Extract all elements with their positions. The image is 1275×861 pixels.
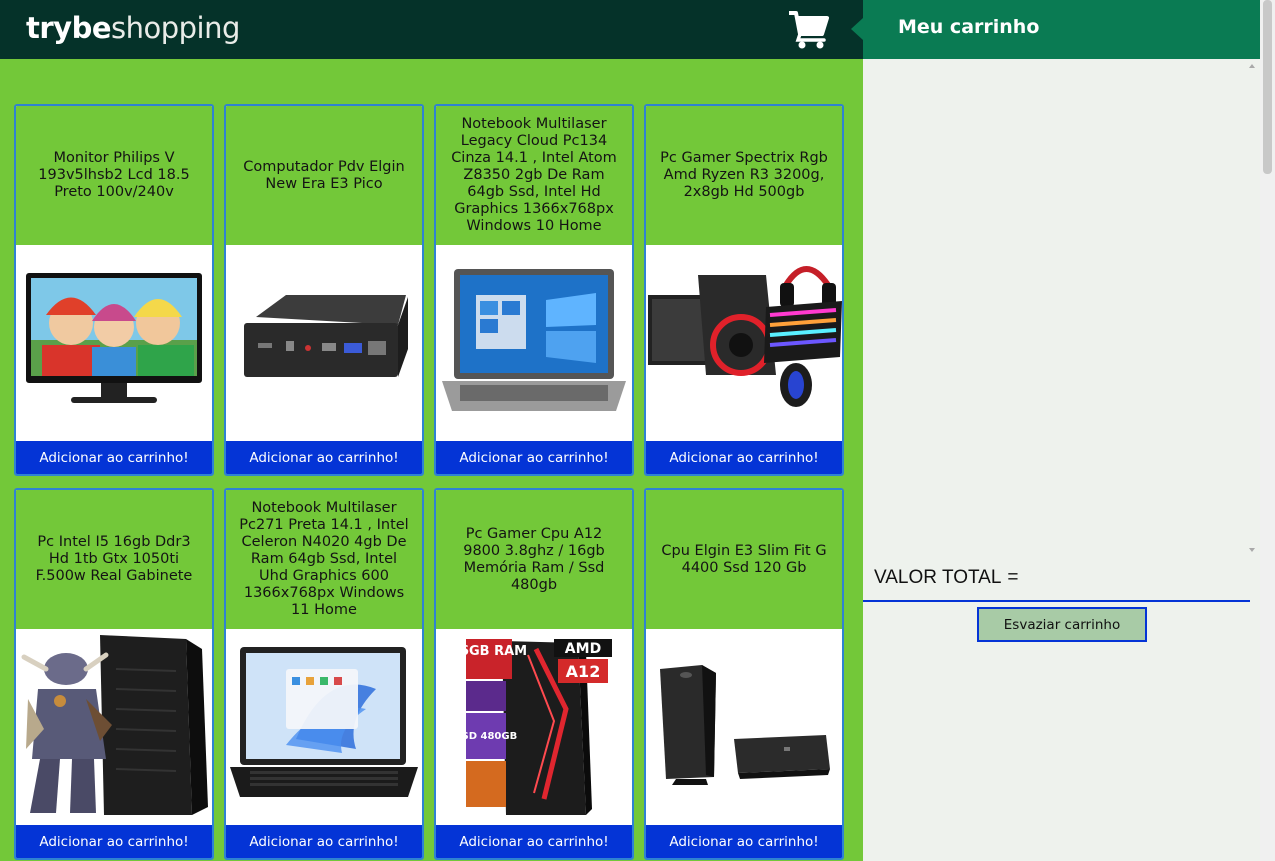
total-price-row: VALOR TOTAL = [863,563,1250,602]
amd-logo-text: AMD [565,641,601,657]
logo-light-text: shopping [111,11,240,45]
add-to-cart-button[interactable]: Adicionar ao carrinho! [436,441,632,474]
cart-items-list[interactable] [863,59,1260,559]
product-card: Pc Intel I5 16gb Ddr3 Hd 1tb Gtx 1050ti … [14,488,214,860]
page-scrollbar[interactable] [1260,0,1275,861]
product-title: Pc Intel I5 16gb Ddr3 Hd 1tb Gtx 1050ti … [16,490,212,629]
product-title: Notebook Multilaser Legacy Cloud Pc134 C… [436,106,632,245]
product-title: Computador Pdv Elgin New Era E3 Pico [226,106,422,245]
cart-toggle-notch [851,18,863,40]
add-to-cart-button[interactable]: Adicionar ao carrinho! [646,441,842,474]
logo[interactable]: trybeshopping [26,10,240,46]
product-card: Cpu Elgin E3 Slim Fit G 4400 Ssd 120 Gb … [644,488,844,860]
product-image-laptop-win11 [226,629,422,825]
product-title: Pc Gamer Spectrix Rgb Amd Ryzen R3 3200g… [646,106,842,245]
logo-bold-text: trybe [26,11,112,45]
ram-label: 16GB RAM [451,644,527,659]
add-to-cart-button[interactable]: Adicionar ao carrinho! [16,825,212,858]
top-header: trybeshopping [0,0,863,59]
product-card: Notebook Multilaser Pc271 Preta 14.1 , I… [224,488,424,860]
product-image-laptop-win10 [436,245,632,441]
product-card: Computador Pdv Elgin New Era E3 Pico Adi… [224,104,424,476]
cart-title: Meu carrinho [898,16,1040,38]
shopping-cart-icon[interactable] [788,10,830,50]
cart-items-scrollbar[interactable] [1249,62,1257,554]
product-title: Notebook Multilaser Pc271 Preta 14.1 , I… [226,490,422,629]
product-image-minipc [226,245,422,441]
product-title: Pc Gamer Cpu A12 9800 3.8ghz / 16gb Memó… [436,490,632,629]
product-card: Pc Gamer Spectrix Rgb Amd Ryzen R3 3200g… [644,104,844,476]
add-to-cart-button[interactable]: Adicionar ao carrinho! [16,441,212,474]
product-image-tower-warrior [16,629,212,825]
add-to-cart-button[interactable]: Adicionar ao carrinho! [226,825,422,858]
total-price-separator: = [1007,567,1019,588]
cart-header: Meu carrinho [863,0,1275,59]
add-to-cart-button[interactable]: Adicionar ao carrinho! [226,441,422,474]
product-grid: Monitor Philips V 193v5lhsb2 Lcd 18.5 Pr… [14,104,854,860]
product-card: Monitor Philips V 193v5lhsb2 Lcd 18.5 Pr… [14,104,214,476]
scroll-down-arrow-icon[interactable] [1249,548,1255,552]
ssd-label: SSD 480GB [455,731,517,742]
empty-cart-button[interactable]: Esvaziar carrinho [977,607,1147,642]
add-to-cart-button[interactable]: Adicionar ao carrinho! [646,825,842,858]
product-image-gamer-kit [646,245,842,441]
product-image-monitor [16,245,212,441]
total-price-label: VALOR TOTAL [874,567,1002,588]
product-card: Notebook Multilaser Legacy Cloud Pc134 C… [434,104,634,476]
product-image-slim-cpu [646,629,842,825]
product-title: Cpu Elgin E3 Slim Fit G 4400 Ssd 120 Gb [646,490,842,629]
page-scrollbar-thumb[interactable] [1263,0,1272,174]
product-title: Monitor Philips V 193v5lhsb2 Lcd 18.5 Pr… [16,106,212,245]
product-card: Pc Gamer Cpu A12 9800 3.8ghz / 16gb Memó… [434,488,634,860]
a12-logo-text: A12 [566,662,601,681]
product-list: Monitor Philips V 193v5lhsb2 Lcd 18.5 Pr… [0,59,863,861]
cart-panel: Meu carrinho VALOR TOTAL = Esvaziar carri… [863,0,1275,861]
scroll-up-arrow-icon[interactable] [1249,64,1255,68]
product-image-tower-amd: 16GB RAM SSD 480GB AMD A12 [436,629,632,825]
add-to-cart-button[interactable]: Adicionar ao carrinho! [436,825,632,858]
